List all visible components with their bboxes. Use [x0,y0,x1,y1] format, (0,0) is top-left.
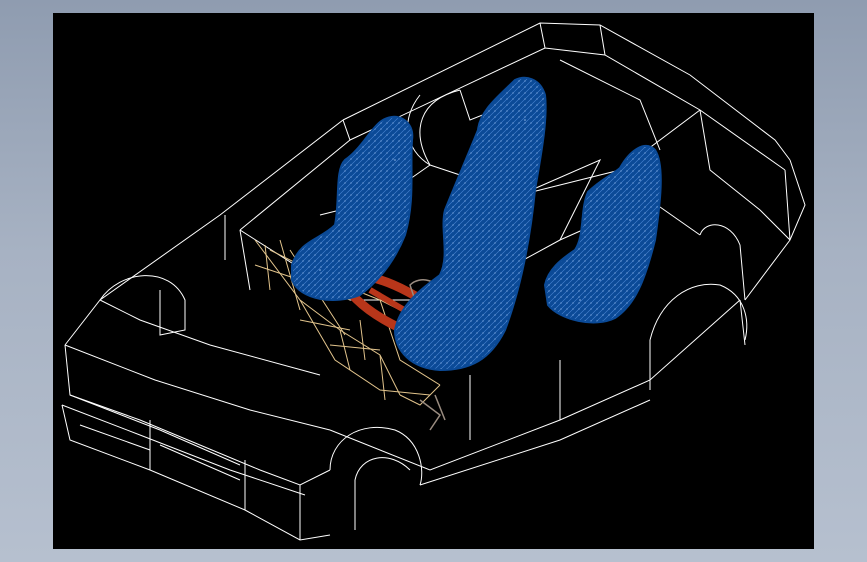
seat-front-right [393,76,547,372]
car-interior-wireframe [61,22,806,541]
seat-front-left [291,115,414,301]
seats [291,76,662,372]
cad-viewport[interactable] [53,13,814,549]
